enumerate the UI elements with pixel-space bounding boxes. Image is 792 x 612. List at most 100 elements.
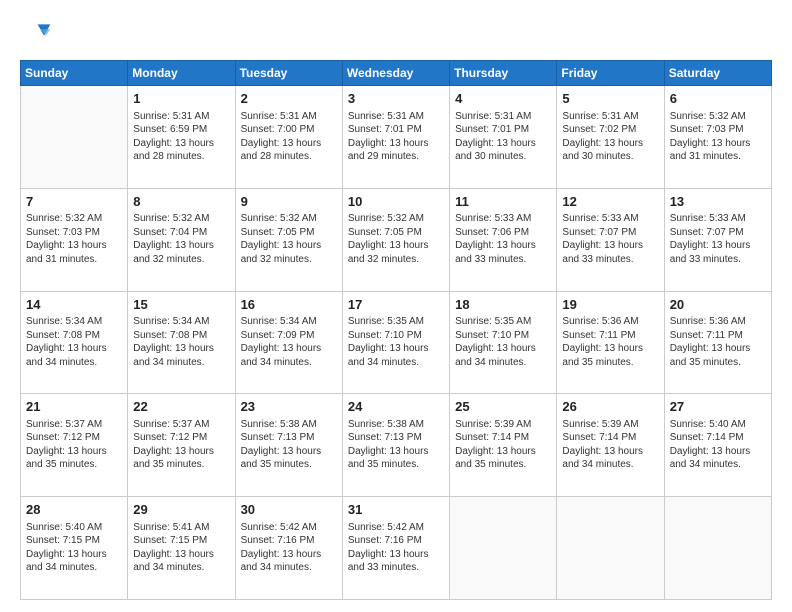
calendar-cell: 12Sunrise: 5:33 AMSunset: 7:07 PMDayligh…: [557, 188, 664, 291]
day-info-line: Sunrise: 5:32 AM: [241, 212, 337, 226]
day-info-line: Daylight: 13 hours: [241, 548, 337, 562]
calendar-cell: 18Sunrise: 5:35 AMSunset: 7:10 PMDayligh…: [450, 291, 557, 394]
calendar-cell: [557, 497, 664, 600]
day-info-line: Sunrise: 5:33 AM: [562, 212, 658, 226]
weekday-header-wednesday: Wednesday: [342, 61, 449, 86]
day-info-line: Sunset: 7:07 PM: [670, 226, 766, 240]
day-info-line: Sunrise: 5:31 AM: [562, 110, 658, 124]
calendar-cell: 16Sunrise: 5:34 AMSunset: 7:09 PMDayligh…: [235, 291, 342, 394]
day-info-line: Sunset: 7:16 PM: [348, 534, 444, 548]
calendar-cell: [21, 86, 128, 189]
day-info-line: Sunset: 7:01 PM: [348, 123, 444, 137]
calendar-cell: 25Sunrise: 5:39 AMSunset: 7:14 PMDayligh…: [450, 394, 557, 497]
day-info-line: Daylight: 13 hours: [133, 548, 229, 562]
day-info-line: Sunset: 7:12 PM: [26, 431, 122, 445]
day-number: 26: [562, 398, 658, 416]
day-info-line: and 32 minutes.: [348, 253, 444, 267]
day-info-line: Sunset: 7:16 PM: [241, 534, 337, 548]
day-info-line: Daylight: 13 hours: [133, 137, 229, 151]
day-info-line: Daylight: 13 hours: [241, 239, 337, 253]
day-info-line: and 33 minutes.: [455, 253, 551, 267]
calendar-cell: 24Sunrise: 5:38 AMSunset: 7:13 PMDayligh…: [342, 394, 449, 497]
day-info-line: Sunrise: 5:32 AM: [26, 212, 122, 226]
day-info-line: Sunset: 7:06 PM: [455, 226, 551, 240]
calendar-cell: 1Sunrise: 5:31 AMSunset: 6:59 PMDaylight…: [128, 86, 235, 189]
day-info-line: Sunset: 7:11 PM: [670, 329, 766, 343]
day-info-line: Daylight: 13 hours: [670, 239, 766, 253]
day-info-line: Daylight: 13 hours: [348, 548, 444, 562]
calendar-cell: 22Sunrise: 5:37 AMSunset: 7:12 PMDayligh…: [128, 394, 235, 497]
day-info-line: Daylight: 13 hours: [562, 342, 658, 356]
day-info-line: Sunset: 7:03 PM: [26, 226, 122, 240]
day-number: 18: [455, 296, 551, 314]
calendar-cell: 28Sunrise: 5:40 AMSunset: 7:15 PMDayligh…: [21, 497, 128, 600]
day-info-line: Daylight: 13 hours: [26, 445, 122, 459]
day-info-line: Sunrise: 5:34 AM: [241, 315, 337, 329]
day-number: 2: [241, 90, 337, 108]
day-info-line: Sunset: 7:11 PM: [562, 329, 658, 343]
day-info-line: and 33 minutes.: [670, 253, 766, 267]
day-number: 22: [133, 398, 229, 416]
day-info-line: Daylight: 13 hours: [562, 137, 658, 151]
day-info-line: Sunrise: 5:35 AM: [348, 315, 444, 329]
calendar-cell: 3Sunrise: 5:31 AMSunset: 7:01 PMDaylight…: [342, 86, 449, 189]
calendar-cell: 20Sunrise: 5:36 AMSunset: 7:11 PMDayligh…: [664, 291, 771, 394]
day-info-line: and 34 minutes.: [348, 356, 444, 370]
day-number: 5: [562, 90, 658, 108]
day-info-line: Sunset: 7:12 PM: [133, 431, 229, 445]
weekday-header-friday: Friday: [557, 61, 664, 86]
logo-icon: [20, 18, 52, 50]
day-info-line: and 35 minutes.: [562, 356, 658, 370]
logo: [20, 18, 56, 50]
day-info-line: Sunrise: 5:32 AM: [133, 212, 229, 226]
day-number: 21: [26, 398, 122, 416]
day-info-line: Daylight: 13 hours: [348, 239, 444, 253]
weekday-header-saturday: Saturday: [664, 61, 771, 86]
day-info-line: Sunrise: 5:38 AM: [348, 418, 444, 432]
day-info-line: and 34 minutes.: [241, 356, 337, 370]
day-info-line: Sunset: 7:01 PM: [455, 123, 551, 137]
weekday-header-monday: Monday: [128, 61, 235, 86]
week-row-2: 7Sunrise: 5:32 AMSunset: 7:03 PMDaylight…: [21, 188, 772, 291]
day-info-line: Sunset: 7:09 PM: [241, 329, 337, 343]
day-info-line: Sunrise: 5:36 AM: [562, 315, 658, 329]
day-number: 31: [348, 501, 444, 519]
header: [20, 18, 772, 50]
day-info-line: Sunrise: 5:40 AM: [670, 418, 766, 432]
day-number: 15: [133, 296, 229, 314]
day-number: 4: [455, 90, 551, 108]
calendar-table: SundayMondayTuesdayWednesdayThursdayFrid…: [20, 60, 772, 600]
day-info-line: and 34 minutes.: [670, 458, 766, 472]
calendar-cell: 30Sunrise: 5:42 AMSunset: 7:16 PMDayligh…: [235, 497, 342, 600]
day-info-line: and 35 minutes.: [133, 458, 229, 472]
day-info-line: Daylight: 13 hours: [348, 342, 444, 356]
week-row-1: 1Sunrise: 5:31 AMSunset: 6:59 PMDaylight…: [21, 86, 772, 189]
day-info-line: and 32 minutes.: [133, 253, 229, 267]
page: SundayMondayTuesdayWednesdayThursdayFrid…: [0, 0, 792, 612]
day-info-line: Daylight: 13 hours: [455, 137, 551, 151]
calendar-cell: 14Sunrise: 5:34 AMSunset: 7:08 PMDayligh…: [21, 291, 128, 394]
day-info-line: Daylight: 13 hours: [241, 137, 337, 151]
day-number: 24: [348, 398, 444, 416]
day-info-line: Sunset: 7:07 PM: [562, 226, 658, 240]
day-info-line: Daylight: 13 hours: [133, 239, 229, 253]
day-number: 19: [562, 296, 658, 314]
day-info-line: Daylight: 13 hours: [26, 342, 122, 356]
weekday-header-row: SundayMondayTuesdayWednesdayThursdayFrid…: [21, 61, 772, 86]
day-info-line: and 30 minutes.: [562, 150, 658, 164]
day-number: 7: [26, 193, 122, 211]
day-info-line: Sunrise: 5:38 AM: [241, 418, 337, 432]
day-info-line: Sunset: 7:00 PM: [241, 123, 337, 137]
calendar-cell: [450, 497, 557, 600]
day-info-line: Sunrise: 5:35 AM: [455, 315, 551, 329]
day-info-line: Daylight: 13 hours: [670, 445, 766, 459]
day-info-line: Sunrise: 5:31 AM: [241, 110, 337, 124]
day-info-line: Sunset: 7:03 PM: [670, 123, 766, 137]
calendar-cell: 13Sunrise: 5:33 AMSunset: 7:07 PMDayligh…: [664, 188, 771, 291]
day-info-line: Sunrise: 5:32 AM: [670, 110, 766, 124]
day-info-line: and 35 minutes.: [26, 458, 122, 472]
calendar-cell: 19Sunrise: 5:36 AMSunset: 7:11 PMDayligh…: [557, 291, 664, 394]
day-info-line: and 34 minutes.: [26, 561, 122, 575]
day-info-line: Daylight: 13 hours: [348, 445, 444, 459]
day-info-line: and 33 minutes.: [562, 253, 658, 267]
